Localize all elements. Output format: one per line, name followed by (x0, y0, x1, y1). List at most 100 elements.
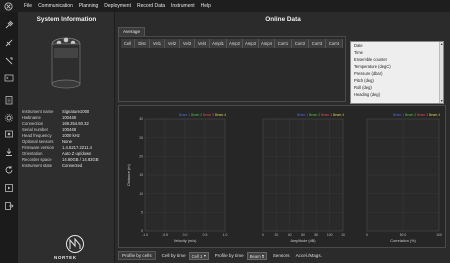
table-column-header[interactable]: Dist (135, 39, 150, 48)
scroll-up-icon[interactable]: ▲ (440, 42, 443, 46)
y-tick-label: 15 (139, 173, 143, 177)
x-tick-label: 0.0 (183, 233, 188, 237)
x-tick-label: 0 (366, 233, 368, 237)
table-column-header[interactable]: Amp4 (259, 39, 275, 48)
legend-entry: Beam 1 (393, 113, 404, 117)
x-tick-label: 20 (274, 233, 278, 237)
x-tick-label: -1.0 (142, 233, 148, 237)
deploy-icon[interactable] (4, 53, 14, 65)
table-column-header[interactable]: Vel1 (150, 39, 165, 48)
cell-select[interactable]: Cell 1 ▼ (188, 251, 209, 260)
table-column-header[interactable]: Vel2 (165, 39, 180, 48)
plug-icon[interactable] (4, 17, 14, 29)
table-column-header[interactable]: Corr1 (275, 39, 292, 48)
menu-instrument[interactable]: Instrument (171, 3, 195, 9)
list-scrollbar[interactable]: ▲ ▼ (439, 42, 443, 103)
cell-by-time-label[interactable]: Cell by time (162, 253, 186, 258)
menu-deployment[interactable]: Deployment (104, 3, 131, 9)
table-column-header[interactable]: Amp2 (227, 39, 243, 48)
x-tick-label: 0 (262, 233, 264, 237)
table-column-header[interactable]: Cell (121, 39, 135, 48)
beam-select[interactable]: Beam 1 ▼ (246, 251, 267, 260)
settings-icon[interactable] (4, 110, 14, 123)
list-item[interactable]: Time (354, 50, 363, 56)
sensors-tab[interactable]: Sensors (273, 253, 290, 258)
table-column-header[interactable]: Ampl1 (210, 39, 227, 48)
x-tick-label: 50.0 (400, 233, 407, 237)
x-tick-label: 1.0 (223, 233, 228, 237)
y-tick-label: 10 (139, 192, 143, 196)
legend-entry: Beam 2 (191, 113, 202, 117)
chevron-down-icon: ▼ (203, 253, 207, 258)
list-item[interactable]: Roll (deg) (354, 85, 372, 91)
legend-entry: Beam 1 (179, 113, 190, 117)
table-column-header[interactable]: Corr2 (292, 39, 309, 48)
x-tick-label: 80 (314, 233, 318, 237)
cell-select-value: Cell 1 (191, 253, 203, 259)
list-item[interactable]: Pitch (deg) (354, 78, 374, 84)
profile-by-cells-button[interactable]: Profile by cells (118, 251, 156, 260)
online-data-title: Online Data (265, 16, 301, 23)
disconnect-icon[interactable] (4, 35, 14, 47)
system-info-panel: System Information Instrument name Signat… (18, 12, 115, 263)
y-tick-label: 0 (141, 229, 143, 233)
exit-icon[interactable] (4, 198, 14, 210)
play-icon[interactable] (4, 180, 14, 192)
x-tick-label: 10 (341, 233, 345, 237)
x-tick-label: 0.5 (203, 233, 208, 237)
instrument-image (51, 37, 81, 89)
tab-average[interactable]: Average (118, 27, 145, 36)
info-label: Instrument state (22, 163, 53, 168)
table-column-header[interactable]: Vel4 (195, 39, 210, 48)
table-column-header[interactable]: Amp3 (243, 39, 259, 48)
left-toolbar (0, 12, 18, 263)
table-column-header[interactable]: Corr4 (326, 39, 343, 48)
x-axis-label: Correlation (%) (390, 239, 416, 243)
y-tick-label: 5 (141, 211, 143, 215)
y-axis-label: Distance (m) (127, 164, 131, 186)
scroll-down-icon[interactable]: ▼ (440, 99, 443, 103)
refresh-icon[interactable] (4, 162, 14, 174)
y-tick-label: 25 (139, 136, 143, 140)
menu-planning[interactable]: Planning (79, 3, 98, 9)
menu-help[interactable]: Help (201, 3, 211, 9)
x-tick-label: 100 (436, 233, 442, 237)
legend-entry: Beam 4 (429, 113, 440, 117)
terminal-icon[interactable] (4, 70, 14, 82)
accel-mags-tab[interactable]: Accel./Mags. (296, 253, 322, 258)
menu-record-data[interactable]: Record Data (137, 3, 165, 9)
list-item[interactable]: Pressure (dbar) (354, 71, 382, 77)
legend-entry: Beam 4 (333, 113, 344, 117)
x-axis-label: Velocity (m/s) (174, 239, 198, 243)
menu-bar: File Communication Planning Deployment R… (0, 0, 450, 12)
list-item[interactable]: Date (354, 43, 363, 49)
legend-entry: Beam 1 (297, 113, 308, 117)
list-item[interactable]: Temperature (degC) (354, 64, 391, 70)
y-tick-label: 20 (139, 155, 143, 159)
chevron-down-icon: ▼ (261, 253, 265, 258)
list-item[interactable]: Heading (deg) (354, 92, 380, 98)
view-mode-bar: Profile by cells Cell by time Cell 1 ▼ Pr… (118, 250, 446, 261)
legend-entry: Beam 3 (321, 113, 332, 117)
profile-by-time-label[interactable]: Profile by time (215, 253, 244, 258)
list-item[interactable]: Ensemble counter (354, 57, 387, 63)
parameter-list[interactable]: Date Time Ensemble counter Temperature (… (350, 41, 444, 104)
download-icon[interactable] (4, 144, 14, 156)
table-column-header[interactable]: Corr3 (309, 39, 326, 48)
data-table: Cell Dist Vel1 Vel2 Vel3 Vel4 Ampl1 Amp2… (118, 36, 346, 102)
info-value: Connected (62, 163, 83, 168)
menu-file[interactable]: File (24, 3, 32, 9)
x-tick-label: 100 (327, 233, 333, 237)
profile-plots: Beam 1 Beam 2 Beam 3 Beam 4 -1.0 -0.5 0.0 0.5 1.… (118, 105, 446, 248)
table-column-header[interactable]: Vel3 (180, 39, 195, 48)
y-tick-label: 30 (139, 117, 143, 121)
info-row: Instrument state Connected (22, 163, 114, 169)
legend-entry: Beam 2 (405, 113, 416, 117)
x-tick-label: -0.5 (162, 233, 168, 237)
system-info-title: System Information (36, 16, 97, 23)
legend-entry: Beam 3 (417, 113, 428, 117)
plots-canvas: Beam 1 Beam 2 Beam 3 Beam 4-1.0 -0.5 0.0 0.5 1.… (127, 113, 442, 243)
clipboard-icon[interactable] (4, 92, 14, 105)
menu-communication[interactable]: Communication (38, 3, 73, 9)
record-icon[interactable] (4, 126, 14, 138)
